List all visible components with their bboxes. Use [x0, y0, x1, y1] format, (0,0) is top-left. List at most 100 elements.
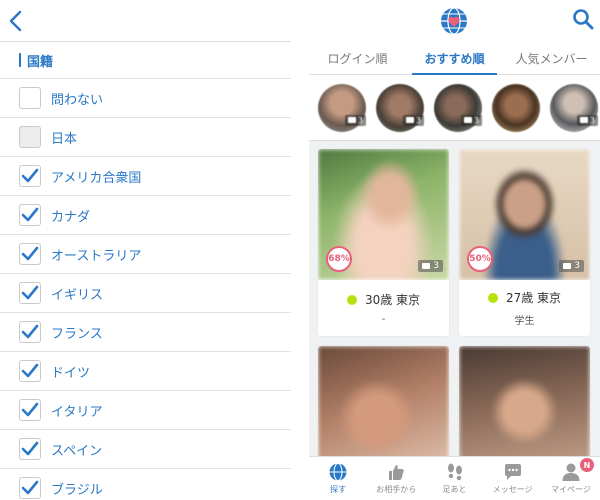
photo-count: 3 [433, 261, 439, 271]
tab-recommended[interactable]: おすすめ順 [406, 42, 503, 75]
photo-count: 3 [415, 115, 421, 125]
globe-icon [329, 463, 347, 481]
nationality-option[interactable]: 問わない [0, 78, 291, 117]
camera-icon [422, 263, 431, 269]
avatar[interactable]: 3 [318, 83, 366, 132]
back-button[interactable] [6, 8, 26, 34]
thumbs-up-icon [389, 465, 404, 480]
match-rate: 68% [326, 246, 352, 272]
photo-count: 3 [574, 261, 580, 271]
photo-count-badge: 3 [402, 114, 424, 126]
filter-header [0, 0, 291, 42]
online-status-icon [346, 294, 357, 305]
option-label: ドイツ [51, 365, 91, 381]
nav-label: 足あと [442, 485, 467, 494]
chat-bubble-icon [504, 464, 521, 480]
option-label: 問わない [51, 92, 104, 108]
nav-label: 探す [330, 485, 347, 494]
checkmark-icon [21, 168, 39, 183]
nationality-option[interactable]: 日本 [0, 117, 291, 156]
nationality-list: 問わない日本アメリカ合衆国カナダオーストラリア イギリスフランスドイツイタリアスペ… [0, 78, 291, 500]
tab-login-order[interactable]: ログイン順 [309, 42, 406, 74]
avatar-strip: 3 3 3 3 [309, 75, 600, 141]
avatar[interactable]: 3 [550, 83, 598, 132]
option-label: フランス [51, 326, 103, 342]
option-label: オーストラリア [51, 248, 142, 264]
age-location: 30歳 東京 [346, 291, 420, 308]
profile-photo: 50% 3 [459, 149, 590, 280]
nationality-option[interactable]: ブラジル [0, 468, 291, 500]
camera-icon [347, 117, 356, 123]
checkbox[interactable] [19, 126, 41, 148]
option-label: イタリア [51, 404, 103, 420]
occupation: - [381, 314, 386, 325]
photo-count: 3 [589, 115, 595, 125]
option-label: 日本 [51, 131, 78, 147]
camera-icon [405, 117, 414, 123]
checkmark-icon [21, 363, 39, 378]
tab-popular-members[interactable]: 人気メンバー [503, 42, 600, 74]
nationality-option[interactable]: ドイツ [0, 351, 291, 390]
bottom-navigation: 探す お相手から 足あと メッセージ N マイページ [309, 456, 600, 500]
option-label: スペイン [51, 443, 103, 459]
browse-panel: ログイン順 おすすめ順 人気メンバー 3 3 3 3 68% 3 30歳 東京 … [309, 0, 600, 500]
nationality-option[interactable]: アメリカ合衆国 [0, 156, 291, 195]
nationality-option[interactable]: カナダ [0, 195, 291, 234]
footprints-icon [447, 463, 462, 481]
screen: 国籍 問わない日本アメリカ合衆国カナダオーストラリア イギリスフランスドイツイタリ… [0, 0, 600, 500]
match-rate: 50% [467, 246, 493, 272]
option-label: アメリカ合衆国 [51, 170, 142, 186]
avatar[interactable] [492, 83, 540, 132]
nav-likes[interactable]: お相手から [367, 457, 425, 500]
checkmark-icon [21, 324, 39, 339]
age-location-text: 27歳 東京 [505, 291, 562, 305]
nav-messages[interactable]: メッセージ [484, 457, 542, 500]
age-location: 27歳 東京 [487, 289, 562, 306]
nav-label: お相手から [376, 485, 417, 494]
section-title-label: 国籍 [27, 54, 54, 70]
checkbox[interactable] [19, 321, 41, 343]
checkbox[interactable] [19, 399, 41, 421]
nationality-option[interactable]: オーストラリア [0, 234, 291, 273]
avatar[interactable]: 3 [434, 83, 482, 132]
checkbox[interactable] [19, 204, 41, 226]
nationality-option[interactable]: イタリア [0, 390, 291, 429]
avatar[interactable]: 3 [376, 83, 424, 132]
nationality-option[interactable]: イギリス [0, 273, 291, 312]
nationality-option[interactable]: スペイン [0, 429, 291, 468]
occupation: 学生 [514, 316, 535, 327]
profile-card[interactable]: 50% 3 27歳 東京 学生 [459, 149, 590, 336]
checkmark-icon [21, 480, 39, 495]
photo-count-badge: 3 [344, 114, 366, 126]
checkbox[interactable] [19, 360, 41, 382]
photo-count: 3 [357, 115, 363, 125]
checkbox[interactable] [19, 87, 41, 109]
checkbox[interactable] [19, 477, 41, 499]
nav-footprints[interactable]: 足あと [425, 457, 483, 500]
nationality-option[interactable]: フランス [0, 312, 291, 351]
profile-photo: 68% 3 [318, 149, 449, 280]
option-label: イギリス [51, 287, 104, 303]
nav-search[interactable]: 探す [309, 457, 367, 500]
profile-card[interactable]: 68% 3 30歳 東京 - [318, 149, 449, 336]
section-title: 国籍 [0, 42, 291, 78]
checkmark-icon [21, 402, 39, 417]
checkbox[interactable] [19, 282, 41, 304]
search-button[interactable] [572, 8, 594, 30]
nav-mypage[interactable]: N マイページ [542, 457, 600, 500]
checkbox[interactable] [19, 165, 41, 187]
photo-count-badge: 3 [576, 114, 598, 126]
camera-icon [463, 117, 472, 123]
browse-header: ログイン順 おすすめ順 人気メンバー [309, 0, 600, 75]
checkbox[interactable] [19, 438, 41, 460]
photo-count: 3 [473, 115, 479, 125]
chevron-left-icon [9, 10, 22, 32]
person-icon [562, 463, 580, 481]
online-status-icon [487, 292, 498, 303]
photo-count-badge: 3 [559, 260, 584, 272]
globe-heart-logo-icon [441, 7, 467, 35]
profile-info: 27歳 東京 学生 [459, 280, 590, 336]
checkmark-icon [21, 441, 39, 456]
checkmark-icon [21, 285, 39, 300]
checkbox[interactable] [19, 243, 41, 265]
